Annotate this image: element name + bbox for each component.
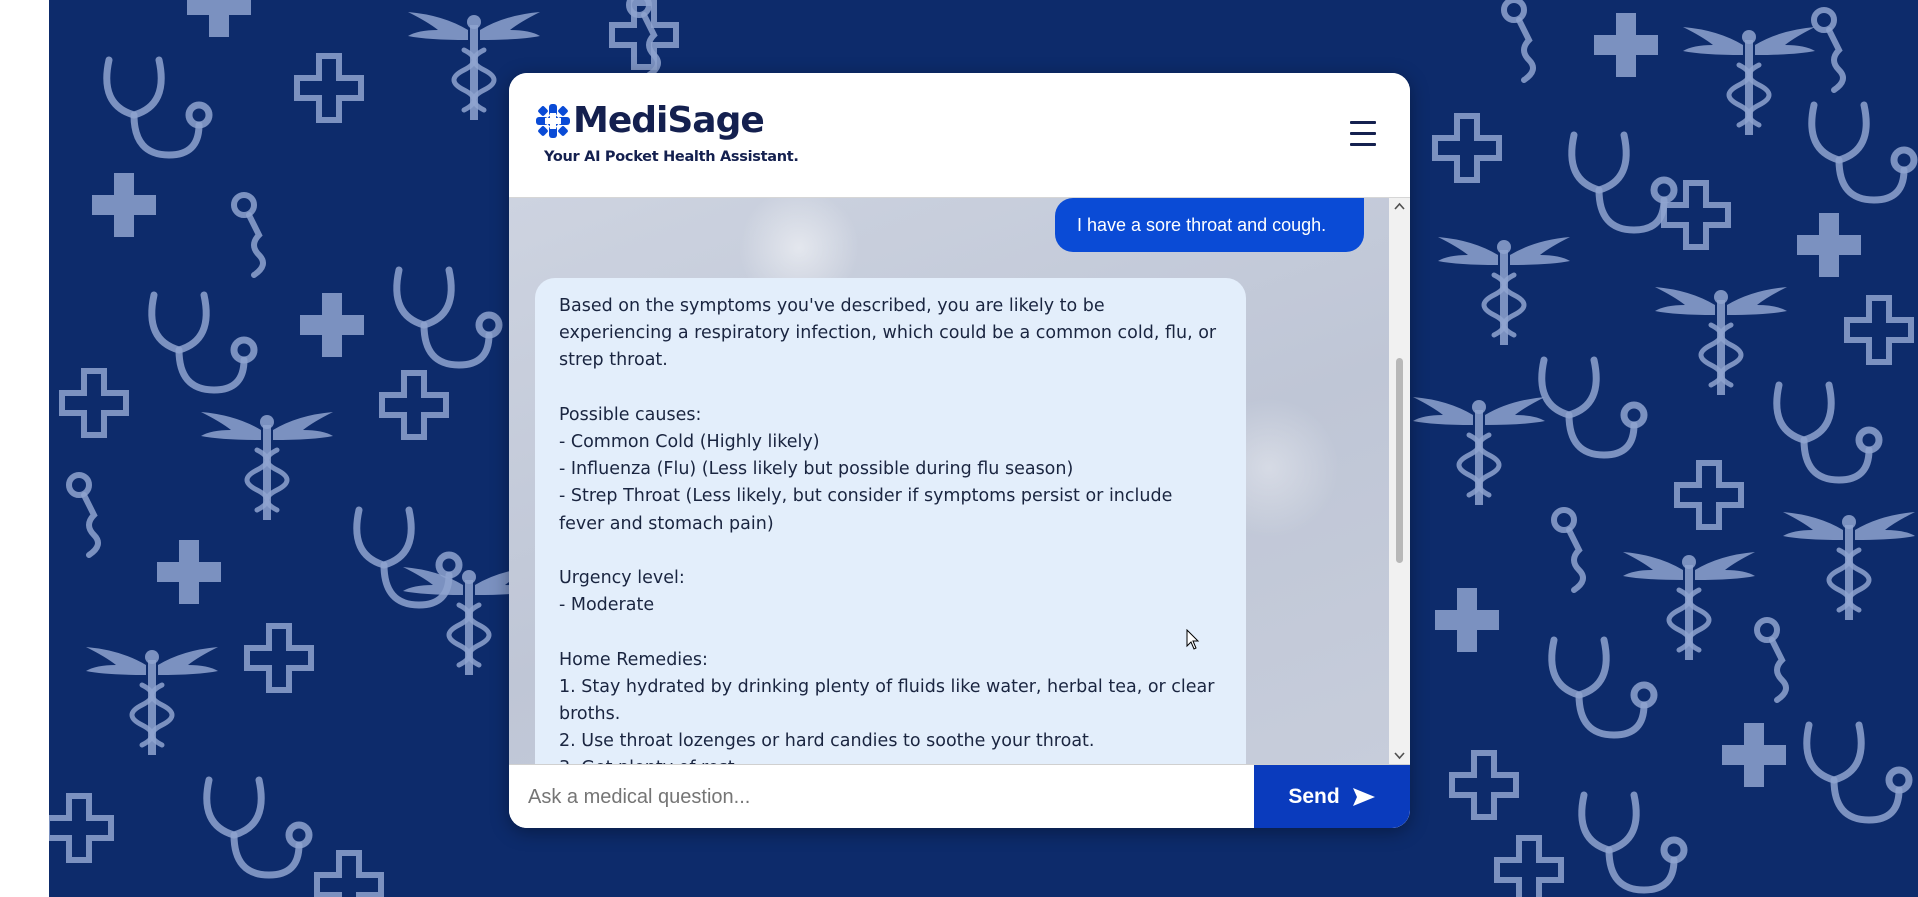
mouse-cursor-icon [1186, 629, 1200, 650]
menu-button[interactable] [1350, 121, 1376, 151]
message-scrollbar[interactable] [1389, 198, 1410, 764]
chat-window: MediSage Your AI Pocket Health Assistant… [509, 73, 1410, 828]
left-margin [0, 0, 49, 897]
chat-header: MediSage Your AI Pocket Health Assistant… [509, 73, 1410, 198]
scroll-down-arrow-icon[interactable] [1389, 747, 1410, 764]
brand-tagline: Your AI Pocket Health Assistant. [544, 149, 799, 165]
assistant-message-bubble: Based on the symptoms you've described, … [535, 278, 1246, 764]
brand-name: MediSage [573, 100, 765, 141]
send-button[interactable]: Send [1254, 765, 1410, 828]
composer: Send [509, 764, 1410, 828]
medical-cross-logo-icon [536, 104, 570, 138]
hamburger-menu-icon [1350, 121, 1376, 124]
send-label: Send [1288, 785, 1340, 808]
page: MediSage Your AI Pocket Health Assistant… [0, 0, 1918, 897]
message-list[interactable]: I have a sore throat and cough. Based on… [509, 198, 1389, 764]
user-message-bubble: I have a sore throat and cough. [1055, 198, 1364, 252]
send-arrow-icon [1352, 788, 1375, 806]
question-input[interactable] [509, 765, 1254, 828]
scroll-up-arrow-icon[interactable] [1389, 198, 1410, 215]
scrollbar-thumb[interactable] [1396, 358, 1403, 563]
